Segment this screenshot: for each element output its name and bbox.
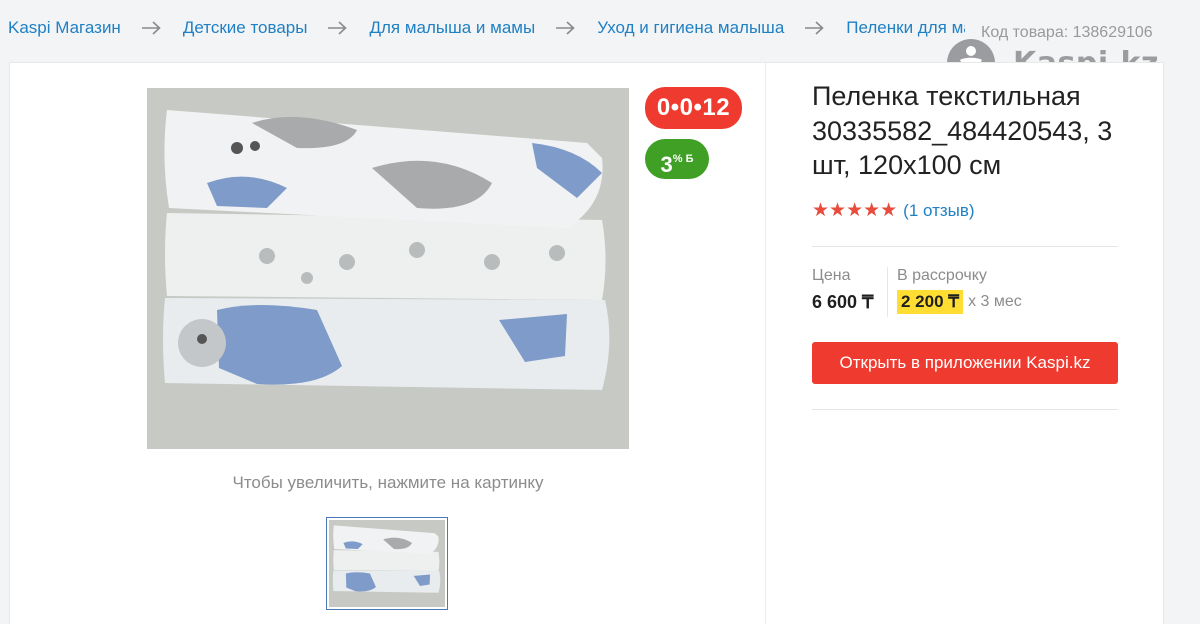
breadcrumb: Kaspi Магазин Детские товары Для малыша …	[0, 0, 965, 56]
column-divider	[765, 63, 766, 624]
open-in-app-button[interactable]: Открыть в приложении Kaspi.kz	[812, 342, 1118, 384]
bonus-suffix: % Б	[672, 153, 694, 165]
installment-amount: 2 200 ₸	[897, 290, 964, 314]
product-title: Пеленка текстильная 30335582_484420543, …	[812, 81, 1113, 180]
price-separator	[887, 267, 888, 317]
bonus-badge: 3% Б	[645, 139, 709, 179]
arrow-right-icon	[141, 21, 161, 35]
installment-term: х 3 мес	[968, 293, 1022, 310]
price-label: Цена	[812, 267, 851, 284]
arrow-right-icon	[804, 21, 824, 35]
product-main-image[interactable]	[147, 88, 629, 449]
divider	[812, 246, 1118, 247]
breadcrumb-item-baby-care[interactable]: Уход и гигиена малыша	[597, 18, 784, 38]
product-card: 0•0•12 3% Б Чтобы увеличить, нажмите на …	[9, 62, 1164, 624]
rating-stars-icon: ★★★★★	[812, 200, 898, 221]
installment-block: В рассрочку 2 200 ₸ х 3 мес	[897, 267, 1022, 314]
breadcrumb-item-kaspi-shop[interactable]: Kaspi Магазин	[8, 18, 121, 38]
price-block: Цена 6 600 ₸	[812, 267, 874, 313]
arrow-right-icon	[327, 21, 348, 35]
installment-row: 2 200 ₸ х 3 мес	[897, 290, 1022, 314]
thumbnail-image	[329, 520, 445, 607]
product-thumbnail[interactable]	[326, 517, 448, 610]
breadcrumb-item-kids-goods[interactable]: Детские товары	[183, 18, 308, 38]
price-value: 6 600 ₸	[812, 292, 874, 312]
arrow-right-icon	[555, 21, 575, 35]
zoom-hint: Чтобы увеличить, нажмите на картинку	[232, 473, 544, 492]
breadcrumb-item-diapers[interactable]: Пеленки для малыша	[846, 18, 965, 38]
divider	[812, 409, 1118, 410]
installment-badge: 0•0•12	[645, 87, 742, 129]
breadcrumb-item-baby-and-mom[interactable]: Для малыша и мамы	[369, 18, 535, 38]
bonus-value: 3	[660, 152, 673, 177]
installment-label: В рассрочку	[897, 267, 987, 284]
product-rating: ★★★★★ (1 отзыв)	[812, 199, 975, 222]
reviews-link[interactable]: (1 отзыв)	[903, 201, 974, 221]
